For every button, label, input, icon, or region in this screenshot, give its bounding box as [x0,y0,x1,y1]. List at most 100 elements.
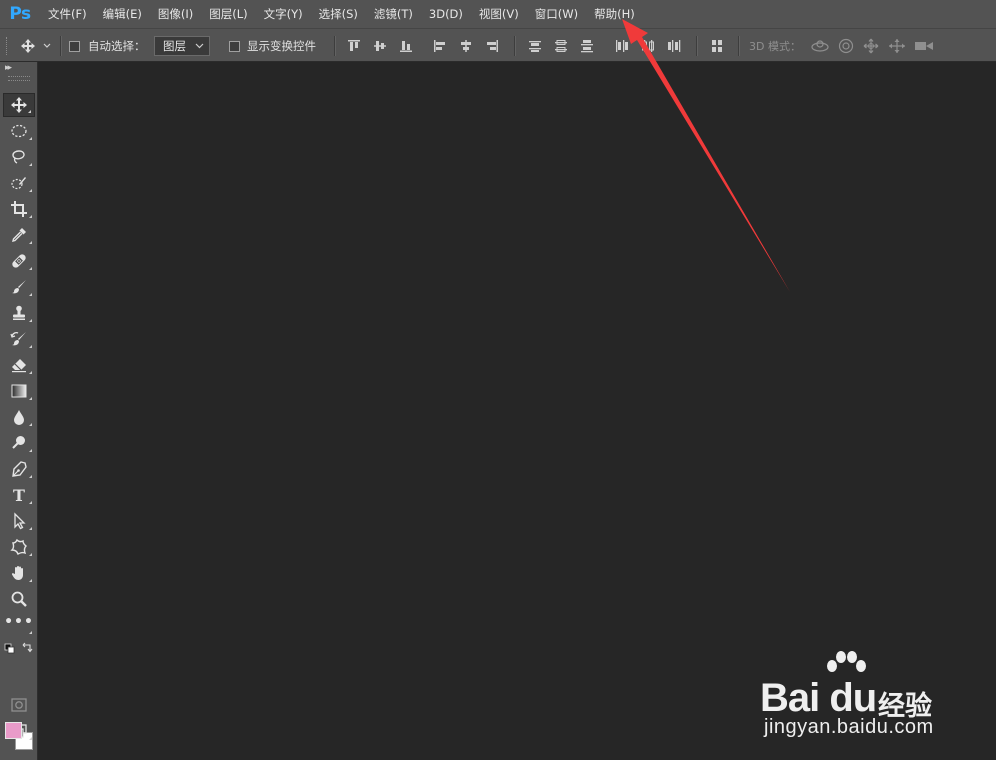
pen-tool[interactable] [3,457,35,481]
quick-mask-button[interactable] [3,693,35,717]
crop-tool[interactable] [3,197,35,221]
magnifier-icon [11,591,27,607]
gradient-tool[interactable] [3,379,35,403]
align-left-button[interactable] [432,36,448,56]
dodge-tool[interactable] [3,431,35,455]
eraser-icon [12,359,26,373]
3d-mode-label: 3D 模式： [749,40,801,53]
watermark-brand: Bai du [760,676,877,720]
move-icon [21,39,51,53]
tools-panel: ▸▸ T ••• [0,62,38,760]
custom-shape-tool[interactable] [3,535,35,559]
orbit-icon [811,40,829,52]
menu-type[interactable]: 文字(Y) [256,0,311,28]
slide-icon [889,39,905,53]
quick-selection-tool[interactable] [3,171,35,195]
menu-edit[interactable]: 编辑(E) [95,0,150,28]
type-tool[interactable]: T [3,483,35,507]
show-transform-label: 显示变换控件 [247,39,316,53]
eraser-tool[interactable] [3,353,35,377]
menu-select[interactable]: 选择(S) [311,0,366,28]
auto-select-checkbox[interactable] [69,36,80,56]
watermark-url: jingyan.baidu.com [764,716,934,738]
distribute-left-icon [616,40,628,52]
healing-brush-tool[interactable] [3,249,35,273]
align-bottom-button[interactable] [398,36,414,56]
bandage-icon [12,254,26,268]
align-bottom-icon [400,41,412,52]
dodge-icon [12,436,25,449]
distribute-top-button[interactable] [527,36,543,56]
3d-pan-button[interactable] [861,36,881,56]
menu-view[interactable]: 视图(V) [471,0,527,28]
tool-preset-picker[interactable] [18,36,52,56]
droplet-icon [14,410,24,425]
show-transform-checkbox[interactable] [229,36,240,56]
video-camera-icon [915,42,933,50]
quick-mask-icon [11,698,27,712]
menu-image[interactable]: 图像(I) [150,0,201,28]
default-colors-icon[interactable] [4,642,34,656]
align-right-icon [487,40,498,52]
eyedropper-icon [12,228,26,242]
photoshop-logo: Ps [9,4,31,24]
ellipse-marquee-icon [11,124,27,138]
lasso-icon [12,150,25,164]
3d-roll-button[interactable] [836,36,856,56]
align-right-button[interactable] [484,36,500,56]
distribute-vertical-center-button[interactable] [553,36,569,56]
move-tool[interactable] [3,93,35,117]
align-horizontal-center-button[interactable] [458,36,474,56]
align-top-button[interactable] [346,36,362,56]
3d-orbit-button[interactable] [810,36,830,56]
auto-select-target-dropdown[interactable]: 图层 [154,36,210,56]
menu-help[interactable]: 帮助(H) [586,0,643,28]
auto-select-target-value: 图层 [163,39,186,53]
zoom-tool[interactable] [3,587,35,611]
menu-3d[interactable]: 3D(D) [421,0,471,28]
auto-align-layers-button[interactable] [709,36,725,56]
options-bar: 自动选择： 图层 显示变换控件 3D 模式： [0,28,996,62]
stamp-icon [13,305,25,320]
brush-icon [12,280,26,294]
history-brush-icon [10,331,26,346]
type-icon: T [13,485,25,505]
menu-file[interactable]: 文件(F) [40,0,95,28]
pen-icon [12,461,27,477]
3d-slide-button[interactable] [887,36,907,56]
edit-toolbar-button[interactable]: ••• [3,613,35,637]
align-vertical-center-button[interactable] [372,36,388,56]
distribute-vertical-center-icon [555,40,567,52]
brush-tool[interactable] [3,275,35,299]
baidu-jingyan-watermark: Bai du 经验 jingyan.baidu.com [760,650,960,746]
path-selection-tool[interactable] [3,509,35,533]
move-icon [11,97,27,113]
hand-icon [11,566,23,580]
distribute-right-icon [668,40,681,52]
shape-icon [10,538,27,555]
align-vertical-center-icon [374,41,386,51]
history-brush-tool[interactable] [3,327,35,351]
auto-select-label: 自动选择： [88,39,146,53]
hand-tool[interactable] [3,561,35,585]
distribute-right-button[interactable] [666,36,682,56]
distribute-horizontal-center-button[interactable] [640,36,656,56]
clone-stamp-tool[interactable] [3,301,35,325]
eyedropper-tool[interactable] [3,223,35,247]
blur-tool[interactable] [3,405,35,429]
options-bar-grip[interactable] [6,37,9,55]
elliptical-marquee-tool[interactable] [3,119,35,143]
collapse-panel-icon[interactable]: ▸▸ [5,64,12,73]
foreground-color-swatch[interactable] [5,722,22,739]
tools-panel-grip[interactable] [8,76,30,81]
distribute-left-button[interactable] [614,36,630,56]
menu-window[interactable]: 窗口(W) [527,0,586,28]
lasso-tool[interactable] [3,145,35,169]
3d-scale-button[interactable] [913,36,935,56]
menu-filter[interactable]: 滤镜(T) [366,0,421,28]
menu-layer[interactable]: 图层(L) [201,0,255,28]
distribute-bottom-icon [581,40,593,53]
distribute-bottom-button[interactable] [579,36,595,56]
align-left-icon [434,40,445,52]
align-top-icon [348,40,360,51]
